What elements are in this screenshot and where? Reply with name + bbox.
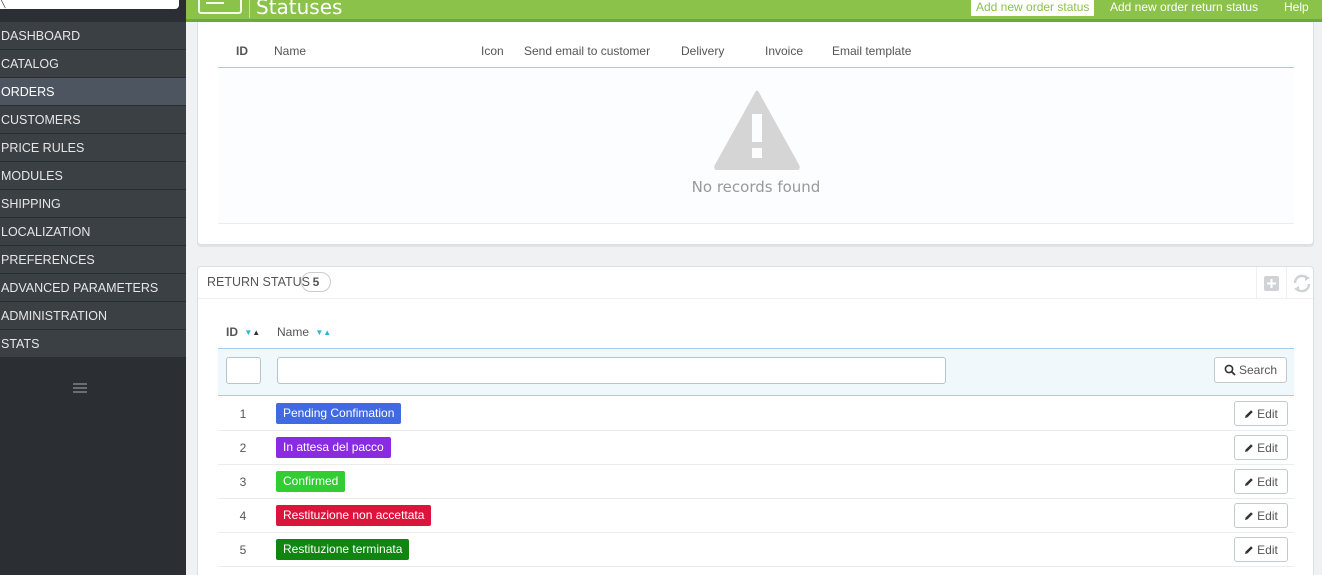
add-order-status-button[interactable]: Add new order status bbox=[971, 0, 1095, 16]
warning-icon bbox=[714, 90, 800, 170]
sidebar: ╲ DASHBOARD CATALOG ORDERS CUSTOMERS PRI… bbox=[0, 0, 186, 575]
row-id: 2 bbox=[239, 441, 247, 455]
sidebar-item-orders[interactable]: ORDERS bbox=[0, 78, 186, 106]
sidebar-item-modules[interactable]: MODULES bbox=[0, 162, 186, 190]
hamburger-icon[interactable] bbox=[73, 383, 87, 395]
sidebar-search[interactable]: ╲ bbox=[0, 0, 186, 22]
table-row: 1 Pending Confimation Edit bbox=[218, 397, 1294, 431]
col-send-email: Send email to customer bbox=[524, 44, 651, 58]
order-status-panel: ID Name Icon Send email to customer Deli… bbox=[197, 22, 1314, 245]
name-sort-controls: ▼▲ bbox=[315, 328, 331, 337]
edit-button-label: Edit bbox=[1257, 509, 1278, 523]
sidebar-item-customers[interactable]: CUSTOMERS bbox=[0, 106, 186, 134]
filter-name-input[interactable] bbox=[277, 357, 946, 384]
table-row: 5 Restituzione terminata Edit bbox=[218, 533, 1294, 567]
page-title: Statuses bbox=[256, 0, 343, 19]
edit-button-label: Edit bbox=[1257, 475, 1278, 489]
edit-button-label: Edit bbox=[1257, 441, 1278, 455]
empty-state: No records found bbox=[218, 68, 1294, 224]
col-id: ID bbox=[236, 44, 248, 58]
status-badge: Confirmed bbox=[276, 471, 346, 492]
sidebar-item-preferences[interactable]: PREFERENCES bbox=[0, 246, 186, 274]
refresh-list-tool[interactable] bbox=[1286, 267, 1316, 299]
col-delivery: Delivery bbox=[681, 44, 725, 58]
col-name: Name bbox=[274, 44, 307, 58]
pencil-icon bbox=[1245, 512, 1253, 520]
sidebar-search-input[interactable] bbox=[0, 0, 179, 9]
edit-button[interactable]: Edit bbox=[1234, 435, 1288, 460]
sidebar-item-catalog[interactable]: CATALOG bbox=[0, 50, 186, 78]
filter-row: Search bbox=[218, 348, 1294, 396]
edit-button-label: Edit bbox=[1257, 543, 1278, 557]
table-row: 2 In attesa del pacco Edit bbox=[218, 431, 1294, 465]
page-header: Statuses Add new order status Add new or… bbox=[186, 0, 1322, 22]
status-badge: Restituzione terminata bbox=[276, 539, 410, 560]
refresh-icon bbox=[1293, 274, 1311, 293]
return-status-table-header: ID ▼▲ Name ▼▲ bbox=[218, 322, 1294, 348]
pencil-icon bbox=[1245, 444, 1253, 452]
col-id-sortable: ID ▼▲ bbox=[226, 325, 260, 339]
help-link[interactable]: Help bbox=[1284, 0, 1309, 14]
sidebar-item-advanced-parameters[interactable]: ADVANCED PARAMETERS bbox=[0, 274, 186, 302]
edit-button[interactable]: Edit bbox=[1234, 469, 1288, 494]
search-icon: ╲ bbox=[0, 0, 6, 8]
order-status-table-header: ID Name Icon Send email to customer Deli… bbox=[218, 44, 1294, 68]
filter-id-input[interactable] bbox=[226, 357, 261, 384]
status-badge: In attesa del pacco bbox=[276, 437, 391, 458]
pencil-icon bbox=[1245, 478, 1253, 486]
return-status-panel: RETURN STATUS 5 ID ▼▲ Name ▼▲ Search 1 P… bbox=[197, 266, 1314, 575]
table-row: 4 Restituzione non accettata Edit bbox=[218, 499, 1294, 533]
row-id: 4 bbox=[239, 509, 247, 523]
statuses-icon bbox=[198, 0, 242, 14]
row-id: 1 bbox=[239, 407, 247, 421]
sidebar-item-shipping[interactable]: SHIPPING bbox=[0, 190, 186, 218]
row-id: 5 bbox=[239, 543, 247, 557]
edit-button[interactable]: Edit bbox=[1234, 503, 1288, 528]
header-divider bbox=[249, 0, 250, 18]
sidebar-menu: DASHBOARD CATALOG ORDERS CUSTOMERS PRICE… bbox=[0, 22, 186, 358]
col-name-label: Name bbox=[277, 325, 310, 339]
sidebar-item-administration[interactable]: ADMINISTRATION bbox=[0, 302, 186, 330]
sort-asc-icon[interactable]: ▲ bbox=[252, 328, 260, 337]
col-invoice: Invoice bbox=[765, 44, 804, 58]
sort-asc-icon[interactable]: ▲ bbox=[323, 328, 331, 337]
sidebar-item-stats[interactable]: STATS bbox=[0, 330, 186, 358]
col-name-sortable: Name ▼▲ bbox=[277, 325, 331, 339]
search-button-label: Search bbox=[1238, 363, 1278, 377]
add-return-status-link[interactable]: Add new order return status bbox=[1110, 0, 1258, 14]
id-sort-controls: ▼▲ bbox=[244, 328, 260, 337]
edit-button[interactable]: Edit bbox=[1234, 537, 1288, 562]
return-status-count-badge: 5 bbox=[301, 272, 331, 292]
col-id-label: ID bbox=[226, 325, 238, 339]
search-icon bbox=[1224, 364, 1236, 376]
empty-message: No records found bbox=[691, 178, 821, 196]
return-status-title: RETURN STATUS bbox=[207, 275, 311, 289]
row-id: 3 bbox=[239, 475, 247, 489]
status-badge: Pending Confimation bbox=[276, 403, 402, 424]
plus-square-icon bbox=[1264, 276, 1279, 291]
table-row: 3 Confirmed Edit bbox=[218, 465, 1294, 499]
return-status-heading: RETURN STATUS 5 bbox=[198, 267, 1313, 299]
col-email-template: Email template bbox=[832, 44, 912, 58]
col-icon: Icon bbox=[481, 44, 504, 58]
edit-button[interactable]: Edit bbox=[1234, 401, 1288, 426]
pencil-icon bbox=[1245, 410, 1253, 418]
sidebar-item-localization[interactable]: LOCALIZATION bbox=[0, 218, 186, 246]
sidebar-item-price-rules[interactable]: PRICE RULES bbox=[0, 134, 186, 162]
edit-button-label: Edit bbox=[1257, 407, 1278, 421]
search-button[interactable]: Search bbox=[1214, 357, 1287, 383]
add-return-status-tool[interactable] bbox=[1256, 267, 1286, 299]
pencil-icon bbox=[1245, 546, 1253, 554]
sidebar-item-dashboard[interactable]: DASHBOARD bbox=[0, 22, 186, 50]
status-badge: Restituzione non accettata bbox=[276, 505, 432, 526]
